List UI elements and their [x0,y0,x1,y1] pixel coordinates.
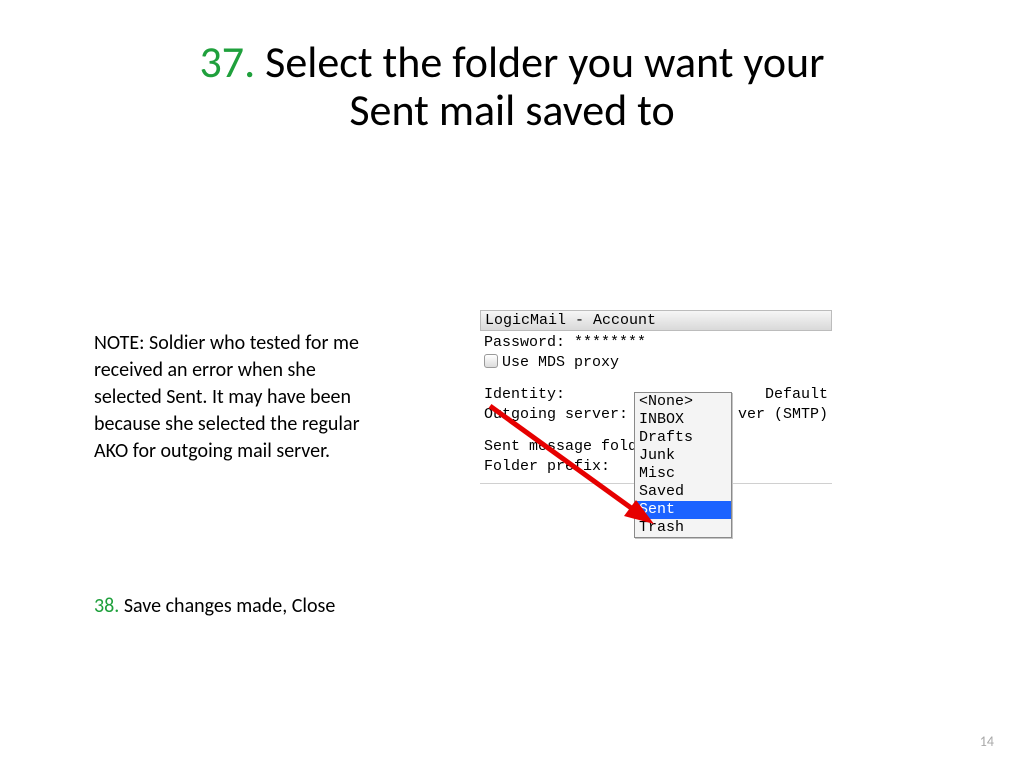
title-line2: Sent mail saved to [349,83,674,137]
password-row: Password: ******** [484,333,828,353]
dropdown-item-inbox[interactable]: INBOX [635,411,731,429]
note-text: NOTE: Soldier who tested for me received… [94,330,384,465]
slide-title: 37. Select the folder you want your Sent… [0,38,1024,135]
outgoing-label: Outgoing server: [484,406,628,423]
page-number: 14 [980,733,994,750]
dropdown-item-none[interactable]: <None> [635,393,731,411]
step38-number: 38. [94,594,119,618]
identity-value: Default [765,385,828,405]
outgoing-value-right: ver (SMTP) [738,405,828,425]
dropdown-item-saved[interactable]: Saved [635,483,731,501]
password-label: Password: [484,334,565,351]
step-number: 37. [199,35,255,89]
title-line1: Select the folder you want your [255,35,824,89]
dropdown-item-drafts[interactable]: Drafts [635,429,731,447]
dropdown-item-junk[interactable]: Junk [635,447,731,465]
mds-row[interactable]: Use MDS proxy [484,353,828,373]
prefix-label: Folder prefix: [484,458,610,475]
step-38: 38. Save changes made, Close [94,594,335,618]
password-value: ******** [574,334,646,351]
mds-label: Use MDS proxy [502,354,619,371]
device-titlebar: LogicMail - Account [480,310,832,331]
folder-dropdown[interactable]: <None> INBOX Drafts Junk Misc Saved Sent… [634,392,732,538]
step38-text: Save changes made, Close [119,594,335,618]
dropdown-item-misc[interactable]: Misc [635,465,731,483]
dropdown-item-sent[interactable]: Sent [635,501,731,519]
checkbox-icon[interactable] [484,354,498,368]
dropdown-item-trash[interactable]: Trash [635,519,731,537]
identity-label: Identity: [484,386,565,403]
